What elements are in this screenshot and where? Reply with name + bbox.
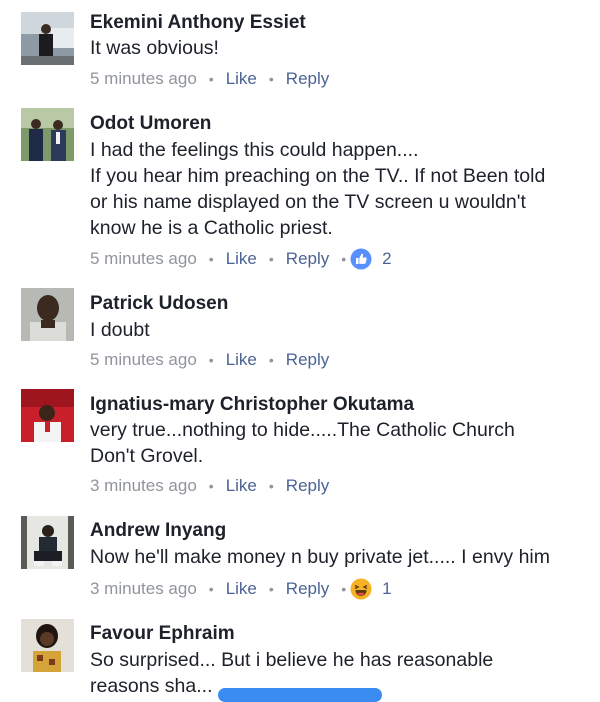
reply-button[interactable]: Reply [286, 249, 329, 269]
timestamp: 3 minutes ago [90, 476, 197, 495]
like-button[interactable]: Like [226, 476, 257, 496]
separator-dot: • [208, 71, 214, 87]
avatar[interactable] [21, 288, 74, 341]
separator-dot: • [268, 581, 274, 597]
avatar[interactable] [21, 12, 74, 65]
separator-dot: • [208, 251, 214, 267]
comment-line: Now he'll make money n buy private jet..… [90, 546, 551, 568]
comment-line: Don't Grovel. [90, 445, 204, 467]
separator-dot: • [268, 352, 274, 368]
comment-meta: 5 minutes ago • Like • Reply [90, 348, 329, 372]
comment-line: I doubt [90, 319, 150, 341]
timestamp: 5 minutes ago [90, 249, 197, 268]
reply-button[interactable]: Reply [286, 579, 329, 599]
timestamp: 5 minutes ago [90, 350, 197, 369]
avatar-image [21, 288, 74, 341]
comment-author[interactable]: Patrick Udosen [90, 292, 228, 316]
comment-author[interactable]: Favour Ephraim [90, 622, 235, 646]
avatar[interactable] [21, 389, 74, 442]
comment-text: I had the feelings this could happen....… [90, 137, 590, 241]
separator-dot: • [208, 581, 214, 597]
comment-text: It was obvious! [90, 35, 590, 61]
like-button[interactable]: Like [226, 249, 257, 269]
comment-text: Now he'll make money n buy private jet..… [90, 544, 590, 570]
comment-line: know he is a Catholic priest. [90, 217, 333, 239]
reaction-count[interactable]: 1 [382, 579, 391, 599]
comment-meta: 3 minutes ago • Like • Reply • 1 [90, 577, 392, 601]
separator-dot: • [208, 478, 214, 494]
comment-author[interactable]: Andrew Inyang [90, 519, 226, 543]
separator-dot: • [341, 251, 347, 267]
comment-line: very true...nothing to hide.....The Cath… [90, 419, 515, 441]
separator-dot: • [268, 251, 274, 267]
comment-line: I had the feelings this could happen.... [90, 139, 419, 161]
comment-meta: 5 minutes ago • Like • Reply [90, 67, 329, 91]
timestamp: 3 minutes ago [90, 579, 197, 598]
avatar-image [21, 108, 74, 161]
reaction-count[interactable]: 2 [382, 249, 391, 269]
avatar-image [21, 516, 74, 569]
comment-author[interactable]: Odot Umoren [90, 112, 211, 136]
separator-dot: • [341, 581, 347, 597]
avatar-image [21, 389, 74, 442]
reply-button[interactable]: Reply [286, 350, 329, 370]
like-button[interactable]: Like [226, 69, 257, 89]
reply-button[interactable]: Reply [286, 69, 329, 89]
avatar[interactable] [21, 108, 74, 161]
comment-line: It was obvious! [90, 37, 219, 59]
comment-line: If you hear him preaching on the TV.. If… [90, 165, 546, 187]
comment-line: So surprised... But i believe he has rea… [90, 649, 494, 671]
like-button[interactable]: Like [226, 579, 257, 599]
separator-dot: • [268, 478, 274, 494]
comment-text: very true...nothing to hide.....The Cath… [90, 417, 590, 469]
like-icon[interactable] [350, 248, 372, 270]
avatar-image [21, 12, 74, 65]
like-button[interactable]: Like [226, 350, 257, 370]
separator-dot: • [208, 352, 214, 368]
avatar-image [21, 619, 74, 672]
comment-author[interactable]: Ekemini Anthony Essiet [90, 11, 306, 35]
timestamp: 5 minutes ago [90, 69, 197, 88]
comment-meta: 3 minutes ago • Like • Reply [90, 474, 329, 498]
comment-line: or his name displayed on the TV screen u… [90, 191, 526, 213]
reply-button[interactable]: Reply [286, 476, 329, 496]
separator-dot: • [268, 71, 274, 87]
comment-text: I doubt [90, 317, 590, 343]
haha-icon[interactable] [350, 578, 372, 600]
new-comments-pill[interactable] [218, 688, 382, 702]
avatar[interactable] [21, 516, 74, 569]
comment-author[interactable]: Ignatius-mary Christopher Okutama [90, 393, 414, 417]
avatar[interactable] [21, 619, 74, 672]
comment-meta: 5 minutes ago • Like • Reply • 2 [90, 247, 392, 271]
